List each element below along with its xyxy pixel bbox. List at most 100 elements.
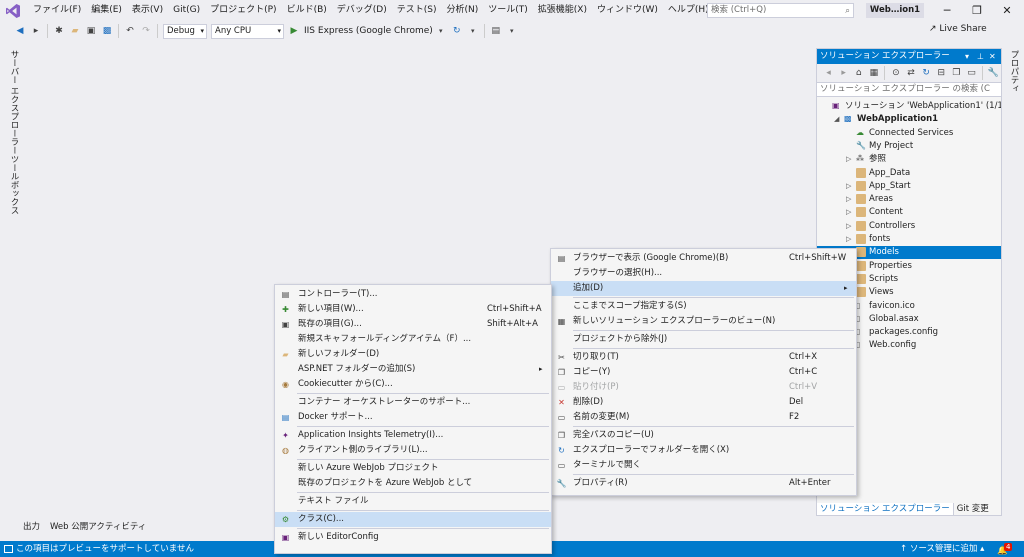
redo-icon[interactable]: ↷: [139, 24, 153, 38]
tree-item[interactable]: ☁ Connected Services: [817, 127, 1001, 140]
expand-arrow-icon[interactable]: ▷: [846, 220, 851, 233]
tree-item[interactable]: ▷ Areas: [817, 193, 1001, 206]
tree-item[interactable]: ▷ Content: [817, 206, 1001, 219]
menu-item[interactable]: ▭ ターミナルで開く: [551, 458, 856, 473]
tree-item[interactable]: ▷ fonts: [817, 233, 1001, 246]
menu-item[interactable]: ❐ コピー(Y) Ctrl+C: [551, 365, 856, 380]
menu-item[interactable]: ▣ 既存の項目(G)... Shift+Alt+A: [275, 317, 551, 332]
expand-arrow-icon[interactable]: ▷: [846, 233, 851, 246]
menu-item[interactable]: ここまでスコープ指定する(S): [551, 299, 856, 314]
menu-item[interactable]: 追加(D) ▸: [551, 281, 856, 296]
expand-arrow-icon[interactable]: ▷: [846, 206, 851, 219]
menu-item[interactable]: ▤ Docker サポート...: [275, 410, 551, 425]
expand-arrow-icon[interactable]: ▷: [846, 193, 851, 206]
menu-item[interactable]: ◉ Cookiecutter から(C)...: [275, 377, 551, 392]
menu-item[interactable]: 新規スキャフォールディングアイテム（F）...: [275, 332, 551, 347]
tree-item[interactable]: App_Data: [817, 167, 1001, 180]
menu-item[interactable]: プロジェクトから除外(J): [551, 332, 856, 347]
menu-item[interactable]: デバッグ(D): [332, 0, 392, 21]
add-to-source-control-button[interactable]: ↑ ソース管理に追加 ▴: [900, 541, 984, 557]
live-share-button[interactable]: ↗ Live Share: [929, 24, 987, 34]
server-explorer-tab[interactable]: サーバー エクスプローラー: [8, 50, 20, 155]
window-position-icon[interactable]: ▾: [965, 49, 969, 64]
menu-item[interactable]: ▤ コントローラー(T)...: [275, 287, 551, 302]
visual-studio-logo-icon[interactable]: [4, 2, 22, 20]
menu-item[interactable]: テキスト ファイル: [275, 494, 551, 509]
toolbar-overflow-icon[interactable]: ▾: [505, 24, 519, 38]
sync-icon[interactable]: ⇄: [904, 66, 917, 80]
menu-item[interactable]: ◍ クライアント側のライブラリ(L)...: [275, 443, 551, 458]
search-input[interactable]: 検索 (Ctrl+Q) ⌕: [707, 3, 854, 18]
menu-item[interactable]: ▰ 新しいフォルダー(D): [275, 347, 551, 362]
menu-item[interactable]: 編集(E): [86, 0, 127, 21]
run-target-button[interactable]: IIS Express (Google Chrome): [304, 26, 433, 36]
search-icon[interactable]: ⌕: [845, 5, 850, 18]
close-icon[interactable]: ✕: [989, 49, 996, 64]
menu-item[interactable]: コンテナー オーケストレーターのサポート...: [275, 395, 551, 410]
menu-item[interactable]: ツール(T): [483, 0, 533, 21]
menu-item[interactable]: テスト(S): [392, 0, 442, 21]
browser-link-icon[interactable]: ▤: [489, 24, 503, 38]
refresh-icon[interactable]: ↻: [450, 24, 464, 38]
tree-item[interactable]: ▷ ⁂ 参照: [817, 153, 1001, 166]
platform-dropdown[interactable]: Any CPU ▾: [211, 23, 284, 39]
show-all-files-icon[interactable]: ❐: [950, 66, 963, 80]
menu-item[interactable]: ウィンドウ(W): [592, 0, 663, 21]
expand-arrow-icon[interactable]: ▷: [846, 180, 851, 193]
menu-item[interactable]: 表示(V): [127, 0, 168, 21]
tree-item[interactable]: ▷ App_Start: [817, 180, 1001, 193]
menu-item[interactable]: プロジェクト(P): [205, 0, 281, 21]
minimize-icon[interactable]: ─: [932, 0, 962, 21]
tab-output[interactable]: 出力: [18, 521, 45, 533]
new-project-icon[interactable]: ✱: [52, 24, 66, 38]
tree-item[interactable]: 🔧 My Project: [817, 140, 1001, 153]
save-icon[interactable]: ▣: [84, 24, 98, 38]
restore-icon[interactable]: ❐: [962, 0, 992, 21]
menu-item[interactable]: ✂ 切り取り(T) Ctrl+X: [551, 350, 856, 365]
menu-item[interactable]: ⚙ クラス(C)...: [275, 512, 551, 527]
menu-item[interactable]: 🔧 プロパティ(R) Alt+Enter: [551, 476, 856, 491]
home-icon[interactable]: ⌂: [852, 66, 865, 80]
menu-item[interactable]: ファイル(F): [28, 0, 86, 21]
run-icon[interactable]: ▶: [287, 24, 301, 38]
menu-item[interactable]: ブラウザーの選択(H)...: [551, 266, 856, 281]
back-icon[interactable]: ◀: [13, 24, 27, 38]
back-icon[interactable]: ◂: [822, 66, 835, 80]
preview-icon[interactable]: ▭: [965, 66, 978, 80]
menu-item[interactable]: ❐ 完全パスのコピー(U): [551, 428, 856, 443]
configuration-dropdown[interactable]: Debug ▾: [163, 23, 207, 39]
menu-item[interactable]: 拡張機能(X): [533, 0, 592, 21]
solution-name-badge[interactable]: Web…ion1: [866, 3, 924, 18]
undo-icon[interactable]: ↶: [123, 24, 137, 38]
menu-item[interactable]: ✦ Application Insights Telemetry(I)...: [275, 428, 551, 443]
open-file-icon[interactable]: ▰: [68, 24, 82, 38]
menu-item[interactable]: ▣ 新しい EditorConfig: [275, 530, 551, 545]
forward-icon[interactable]: ▸: [29, 24, 43, 38]
solution-explorer-search-input[interactable]: ソリューション エクスプローラー の検索 (C: [817, 82, 1001, 97]
menu-item[interactable]: ビルド(B): [282, 0, 332, 21]
menu-item[interactable]: 分析(N): [441, 0, 483, 21]
menu-item[interactable]: 新しい Azure WebJob プロジェクト: [275, 461, 551, 476]
menu-item[interactable]: ASP.NET フォルダーの追加(S) ▸: [275, 362, 551, 377]
tree-item[interactable]: ◢ ▩ WebApplication1: [817, 113, 1001, 126]
collapse-all-icon[interactable]: ⊟: [935, 66, 948, 80]
menu-item[interactable]: Git(G): [168, 0, 205, 21]
menu-item[interactable]: ✕ 削除(D) Del: [551, 395, 856, 410]
pin-icon[interactable]: ⊥: [977, 49, 984, 64]
forward-icon[interactable]: ▸: [837, 66, 850, 80]
tab-web-publish-activity[interactable]: Web 公開アクティビティ: [45, 521, 151, 533]
menu-item[interactable]: ↻ エクスプローラーでフォルダーを開く(X): [551, 443, 856, 458]
menu-item[interactable]: ▦ 新しいソリューション エクスプローラーのビュー(N): [551, 314, 856, 329]
menu-item[interactable]: ✚ 新しい項目(W)... Ctrl+Shift+A: [275, 302, 551, 317]
save-all-icon[interactable]: ▩: [100, 24, 114, 38]
switch-views-icon[interactable]: ▦: [867, 66, 880, 80]
close-icon[interactable]: ✕: [992, 0, 1022, 21]
properties-tab[interactable]: プロパティ: [1008, 50, 1020, 93]
wrench-icon[interactable]: 🔧: [987, 66, 1000, 80]
refresh-icon[interactable]: ↻: [920, 66, 933, 80]
tree-item[interactable]: ▣ ソリューション 'WebApplication1' (1/1 プ: [817, 100, 1001, 113]
chevron-down-icon[interactable]: ▾: [466, 24, 480, 38]
pending-changes-filter-icon[interactable]: ⊙: [889, 66, 902, 80]
chevron-down-icon[interactable]: ▾: [434, 24, 448, 38]
menu-item[interactable]: ▭ 名前の変更(M) F2: [551, 410, 856, 425]
